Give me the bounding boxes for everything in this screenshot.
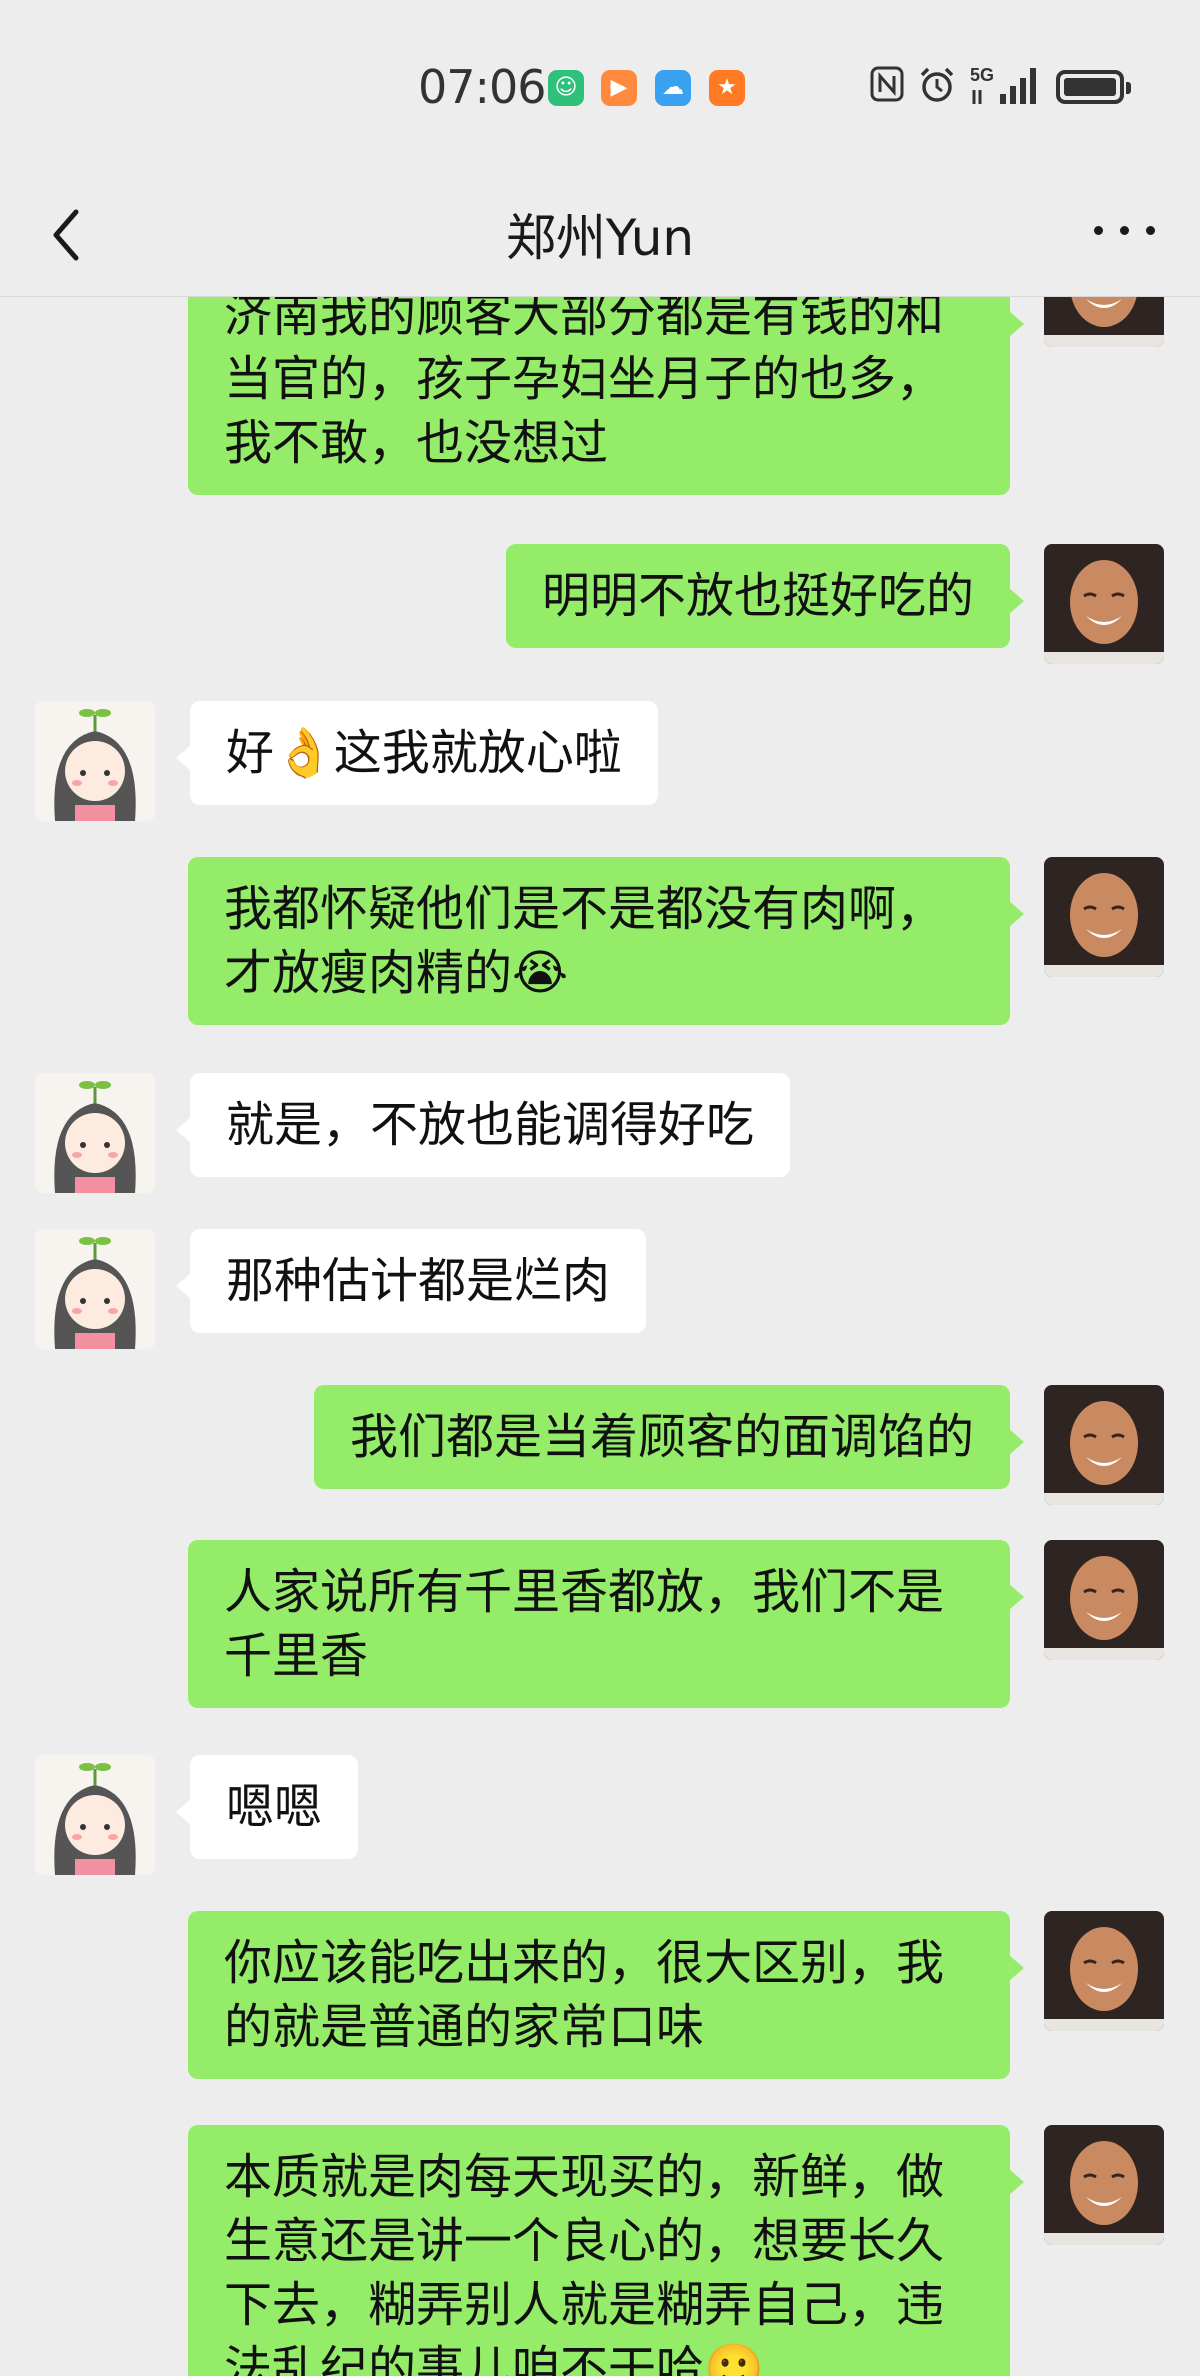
more-dots-icon [1094,226,1103,235]
more-button[interactable] [1090,216,1160,246]
my-avatar[interactable] [1044,1911,1164,2031]
message-bubble-sent[interactable]: 明明不放也挺好吃的 [505,544,1025,648]
more-dot [1146,226,1155,235]
message-bubble-sent[interactable]: 我都怀疑他们是不是都没有肉啊，才放瘦肉精的😭 [188,857,1024,1025]
more-dot [1120,226,1129,235]
my-avatar[interactable] [1044,1540,1164,1660]
battery-icon [1056,70,1131,104]
5g-signal-icon: 5G [970,64,1042,117]
my-avatar[interactable] [1044,1385,1164,1505]
contact-avatar[interactable] [35,1229,155,1349]
contact-avatar[interactable] [35,1755,155,1875]
status-bar: 07:06 ☺ ▶ ☁ ★ 5G [0,0,1200,176]
status-time: 07:06 [418,60,547,114]
message-bubble-sent[interactable]: 济南我的顾客大部分都是有钱的和当官的，孩子孕妇坐月子的也多，我不敢，也没想过 [188,297,1024,495]
message-list[interactable]: 济南我的顾客大部分都是有钱的和当官的，孩子孕妇坐月子的也多，我不敢，也没想过 明… [0,297,1200,2376]
message-bubble-received[interactable]: 那种估计都是烂肉 [175,1229,647,1333]
contact-avatar[interactable] [35,1073,155,1193]
contact-avatar[interactable] [35,701,155,821]
my-avatar[interactable] [1044,544,1164,664]
weather-app-icon: ☁ [655,70,691,106]
my-avatar[interactable] [1044,2125,1164,2245]
chat-header: 郑州Yun [0,176,1200,297]
message-bubble-sent[interactable]: 你应该能吃出来的，很大区别，我的就是普通的家常口味 [188,1911,1024,2079]
video-app-icon: ▶ [601,70,637,106]
message-bubble-sent[interactable]: 本质就是肉每天现买的，新鲜，做生意还是讲一个良心的，想要长久下去，糊弄别人就是糊… [188,2125,1024,2376]
shopping-app-icon: ★ [709,70,745,106]
alarm-icon [918,66,956,113]
messaging-app-icon: ☺ [548,70,584,106]
message-bubble-sent[interactable]: 我们都是当着顾客的面调馅的 [313,1385,1025,1489]
network-label: 5G [970,65,994,85]
my-avatar[interactable] [1044,857,1164,977]
message-bubble-sent[interactable]: 人家说所有千里香都放，我们不是千里香 [188,1540,1024,1708]
chat-title: 郑州Yun [505,209,695,267]
my-avatar[interactable] [1044,297,1164,347]
nfc-icon [870,66,904,111]
message-bubble-received[interactable]: 嗯嗯 [175,1755,359,1859]
message-bubble-received[interactable]: 好👌这我就放心啦 [176,701,658,805]
message-bubble-received[interactable]: 就是，不放也能调得好吃 [175,1073,791,1177]
